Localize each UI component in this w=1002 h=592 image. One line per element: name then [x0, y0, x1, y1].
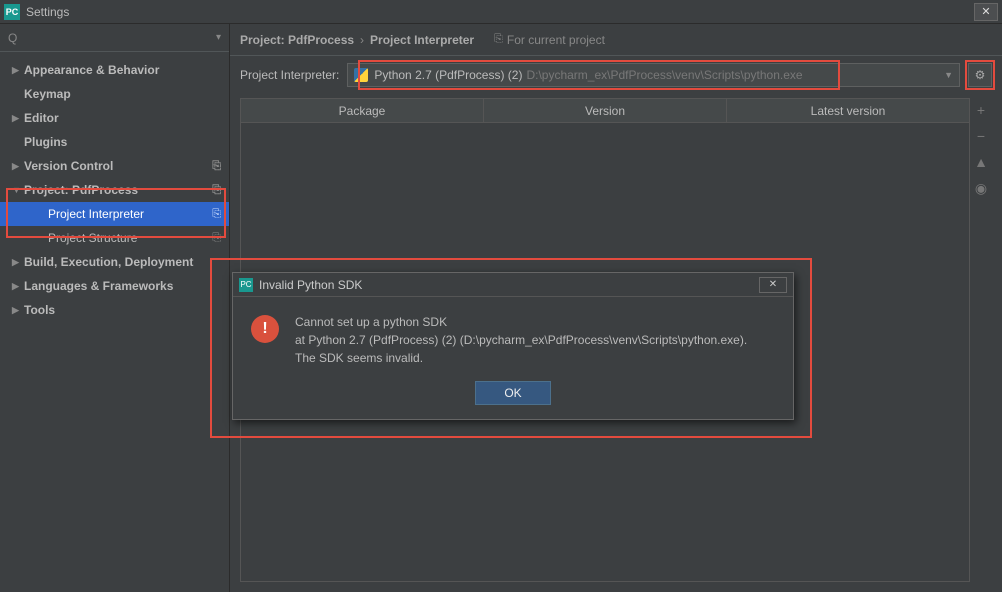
expand-arrow-icon: ▶ [12, 281, 24, 292]
sidebar-item-languages-frameworks[interactable]: ▶Languages & Frameworks [0, 274, 229, 298]
search-row: Q ▾ [0, 24, 229, 52]
expand-arrow-icon: ▼ [12, 185, 24, 195]
invalid-sdk-dialog: PC Invalid Python SDK ✕ ! Cannot set up … [232, 272, 794, 420]
sidebar-item-project-interpreter[interactable]: Project Interpreter⎘ [0, 202, 229, 226]
titlebar: PC Settings ✕ [0, 0, 1002, 24]
sidebar-item-version-control[interactable]: ▶Version Control⎘ [0, 154, 229, 178]
sidebar-item-build-execution-deployment[interactable]: ▶Build, Execution, Deployment [0, 250, 229, 274]
breadcrumb-root[interactable]: Project: PdfProcess [240, 33, 354, 47]
sidebar-item-project-pdfprocess[interactable]: ▼Project: PdfProcess⎘ [0, 178, 229, 202]
interpreter-row: Project Interpreter: Python 2.7 (PdfProc… [230, 56, 1002, 94]
sidebar-item-label: Editor [24, 111, 221, 125]
app-icon: PC [4, 4, 20, 20]
expand-arrow-icon: ▶ [12, 161, 24, 172]
search-input[interactable] [21, 31, 216, 45]
col-latest[interactable]: Latest version [727, 99, 969, 122]
dialog-close-button[interactable]: ✕ [759, 277, 787, 293]
sidebar-item-label: Version Control [24, 159, 212, 173]
interpreter-select[interactable]: Python 2.7 (PdfProcess) (2) D:\pycharm_e… [347, 63, 960, 87]
breadcrumb-leaf: Project Interpreter [370, 33, 474, 47]
project-badge-icon: ⎘ [212, 184, 221, 197]
interpreter-label: Project Interpreter: [240, 68, 339, 82]
sidebar-item-label: Project: PdfProcess [24, 183, 212, 197]
package-table-header: Package Version Latest version [241, 99, 969, 123]
sidebar-item-label: Project Structure [48, 231, 212, 245]
sidebar-item-tools[interactable]: ▶Tools [0, 298, 229, 322]
sidebar-item-project-structure[interactable]: Project Structure⎘ [0, 226, 229, 250]
dialog-title-text: Invalid Python SDK [259, 278, 362, 292]
interpreter-name: Python 2.7 (PdfProcess) (2) [374, 68, 522, 82]
window-title: Settings [26, 5, 69, 19]
interpreter-gear-button[interactable]: ⚙ [968, 63, 992, 87]
dialog-body: ! Cannot set up a python SDK at Python 2… [233, 297, 793, 381]
breadcrumb: Project: PdfProcess › Project Interprete… [230, 24, 1002, 56]
breadcrumb-sep: › [360, 33, 364, 47]
sidebar-item-keymap[interactable]: Keymap [0, 82, 229, 106]
expand-arrow-icon: ▶ [12, 65, 24, 76]
sidebar-item-label: Build, Execution, Deployment [24, 255, 221, 269]
sidebar-item-plugins[interactable]: Plugins [0, 130, 229, 154]
chevron-down-icon[interactable]: ▾ [216, 32, 221, 43]
sidebar-item-label: Tools [24, 303, 221, 317]
expand-arrow-icon: ▶ [12, 113, 24, 124]
expand-arrow-icon: ▶ [12, 305, 24, 316]
sidebar-item-label: Appearance & Behavior [24, 63, 221, 77]
sidebar-item-label: Keymap [24, 87, 221, 101]
project-badge-icon: ⎘ [212, 160, 221, 173]
copy-icon: ⎘ [494, 33, 503, 46]
package-side-buttons: + − ▲ ◉ [970, 98, 992, 582]
sidebar-item-label: Project Interpreter [48, 207, 212, 221]
current-project-note: ⎘ For current project [494, 33, 605, 47]
python-icon [354, 68, 368, 82]
dialog-message: Cannot set up a python SDK at Python 2.7… [295, 313, 747, 367]
sidebar-item-label: Plugins [24, 135, 221, 149]
error-icon: ! [251, 315, 279, 343]
col-version[interactable]: Version [484, 99, 727, 122]
ok-button[interactable]: OK [475, 381, 550, 405]
interpreter-path: D:\pycharm_ex\PdfProcess\venv\Scripts\py… [526, 68, 802, 82]
app-icon: PC [239, 278, 253, 292]
dialog-footer: OK [233, 381, 793, 419]
col-package[interactable]: Package [241, 99, 484, 122]
upgrade-package-button[interactable]: ▲ [974, 154, 988, 170]
settings-sidebar: Q ▾ ▶Appearance & BehaviorKeymap▶EditorP… [0, 24, 230, 592]
remove-package-button[interactable]: − [977, 128, 985, 144]
settings-tree: ▶Appearance & BehaviorKeymap▶EditorPlugi… [0, 52, 229, 592]
search-icon: Q [8, 31, 17, 45]
dialog-titlebar: PC Invalid Python SDK ✕ [233, 273, 793, 297]
project-badge-icon: ⎘ [212, 232, 221, 245]
show-early-button[interactable]: ◉ [975, 180, 987, 197]
chevron-down-icon: ▼ [944, 70, 953, 80]
sidebar-item-appearance-behavior[interactable]: ▶Appearance & Behavior [0, 58, 229, 82]
sidebar-item-editor[interactable]: ▶Editor [0, 106, 229, 130]
add-package-button[interactable]: + [977, 102, 985, 118]
gear-icon: ⚙ [975, 68, 986, 82]
sidebar-item-label: Languages & Frameworks [24, 279, 221, 293]
project-badge-icon: ⎘ [212, 208, 221, 221]
expand-arrow-icon: ▶ [12, 257, 24, 268]
close-icon: ✕ [981, 5, 990, 18]
window-close-button[interactable]: ✕ [974, 3, 998, 21]
